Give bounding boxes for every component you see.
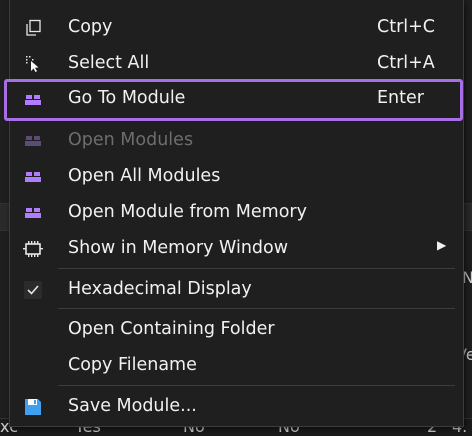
module-icon bbox=[23, 203, 43, 223]
shortcut-text: Ctrl+A bbox=[377, 53, 435, 73]
menu-separator bbox=[58, 268, 455, 269]
save-icon bbox=[23, 397, 43, 417]
module-icon bbox=[23, 131, 43, 151]
module-icon bbox=[23, 90, 43, 110]
menu-item-label: Save Module... bbox=[68, 396, 197, 416]
menu-item-label: Open All Modules bbox=[68, 166, 221, 186]
module-icon bbox=[23, 167, 43, 187]
menu-item-label: Copy Filename bbox=[68, 355, 197, 375]
menu-item-label: Open Modules bbox=[68, 130, 194, 150]
menu-separator bbox=[58, 308, 455, 309]
menu-item-save-module[interactable]: Save Module... bbox=[10, 389, 463, 425]
select-all-icon bbox=[23, 54, 43, 74]
menu-item-open-containing-folder[interactable]: Open Containing Folder bbox=[10, 312, 463, 348]
menu-item-label: Open Containing Folder bbox=[68, 319, 275, 339]
menu-item-open-module-from-memory[interactable]: Open Module from Memory bbox=[10, 195, 463, 231]
submenu-arrow-icon: ▶ bbox=[437, 238, 447, 252]
shortcut-text: Enter bbox=[377, 88, 424, 108]
menu-item-show-in-memory-window[interactable]: Show in Memory Window ▶ bbox=[10, 231, 463, 267]
menu-item-select-all[interactable]: Select All Ctrl+A bbox=[10, 46, 463, 82]
menu-item-label: Hexadecimal Display bbox=[68, 279, 252, 299]
checkmark-icon bbox=[23, 280, 43, 300]
menu-separator bbox=[58, 385, 455, 386]
menu-item-label: Show in Memory Window bbox=[68, 238, 289, 258]
menu-item-open-modules[interactable]: Open Modules bbox=[10, 123, 463, 159]
menu-item-go-to-module[interactable]: Go To Module Enter bbox=[4, 79, 463, 121]
menu-item-hexadecimal-display[interactable]: Hexadecimal Display bbox=[10, 272, 463, 308]
copy-icon bbox=[23, 18, 43, 38]
menu-item-label: Open Module from Memory bbox=[68, 202, 307, 222]
context-menu: Copy Ctrl+C Select All Ctrl+A Go To Modu… bbox=[4, 0, 464, 427]
menu-item-copy-filename[interactable]: Copy Filename bbox=[10, 348, 463, 384]
menu-item-label: Copy bbox=[68, 17, 113, 37]
menu-item-open-all-modules[interactable]: Open All Modules bbox=[10, 159, 463, 195]
menu-item-copy[interactable]: Copy Ctrl+C bbox=[10, 10, 463, 46]
menu-item-label: Select All bbox=[68, 53, 150, 73]
shortcut-text: Ctrl+C bbox=[377, 17, 436, 37]
memory-chip-icon bbox=[23, 239, 43, 259]
menu-item-label: Go To Module bbox=[68, 88, 186, 108]
